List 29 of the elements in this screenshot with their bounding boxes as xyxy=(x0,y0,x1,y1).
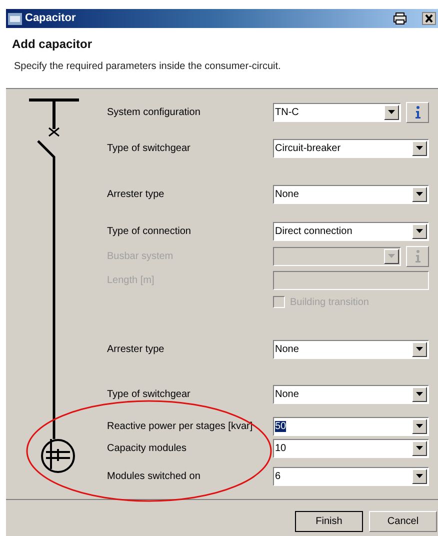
dropdown-field[interactable]: 50 xyxy=(273,416,429,436)
field-label: Modules switched on xyxy=(107,470,202,484)
field-label: Type of connection xyxy=(107,224,192,238)
info-icon xyxy=(414,106,420,118)
field-label: Reactive power per stages [kvar] xyxy=(107,420,254,434)
dropdown-field[interactable]: None xyxy=(273,184,429,204)
field-label: Type of switchgear xyxy=(107,142,192,156)
dialog-heading: Add capacitor xyxy=(12,36,92,53)
dropdown-field[interactable]: TN-C xyxy=(273,102,401,122)
dialog-button[interactable]: Cancel xyxy=(369,511,437,532)
field-label: Type of switchgear xyxy=(107,388,192,402)
dropdown-field[interactable]: Direct connection xyxy=(273,222,429,240)
close-icon[interactable] xyxy=(422,12,436,25)
field-label: System configuration xyxy=(107,106,202,120)
print-icon[interactable] xyxy=(393,12,407,25)
dropdown-field[interactable]: Circuit-breaker xyxy=(273,138,429,158)
dialog-description: Specify the required parameters inside the consumer-circuit. xyxy=(14,60,281,74)
dropdown-field[interactable]: None xyxy=(273,384,429,404)
dropdown-field[interactable]: 6 xyxy=(273,466,429,486)
field-label: Capacity modules xyxy=(107,442,188,456)
app-icon xyxy=(8,12,22,26)
dialog-button[interactable]: Finish xyxy=(295,511,363,532)
info-button[interactable] xyxy=(406,102,429,122)
field-label: Arrester type xyxy=(107,342,166,356)
info-icon xyxy=(414,250,420,262)
dropdown-field[interactable]: None xyxy=(273,340,429,358)
dropdown-field[interactable]: 10 xyxy=(273,438,429,458)
window-title: Capacitor xyxy=(25,11,76,26)
field-label: Arrester type xyxy=(107,188,166,202)
